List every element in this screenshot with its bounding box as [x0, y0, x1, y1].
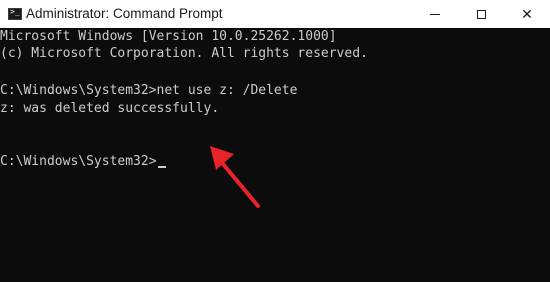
minimize-icon: [430, 13, 440, 15]
arrow-head: [210, 146, 234, 170]
terminal-line-command: C:\Windows\System32>net use z: /Delete: [0, 83, 298, 98]
red-arrow-annotation: [210, 146, 260, 208]
maximize-button[interactable]: [458, 0, 504, 28]
terminal-prompt: C:\Windows\System32>: [0, 154, 157, 169]
close-icon: ✕: [521, 6, 533, 22]
terminal-prompt-line[interactable]: C:\Windows\System32>: [0, 153, 166, 170]
text-cursor: [157, 166, 166, 168]
terminal-line-version: Microsoft Windows [Version 10.0.25262.10…: [0, 29, 337, 44]
maximize-icon: [476, 9, 486, 19]
terminal-output[interactable]: Microsoft Windows [Version 10.0.25262.10…: [0, 28, 550, 282]
terminal-line-copyright: (c) Microsoft Corporation. All rights re…: [0, 46, 368, 61]
window-title: Administrator: Command Prompt: [26, 6, 223, 21]
close-button[interactable]: ✕: [504, 0, 550, 28]
arrow-shaft: [216, 156, 260, 208]
title-bar[interactable]: >_ Administrator: Command Prompt ✕: [0, 0, 550, 29]
command-prompt-window: >_ Administrator: Command Prompt ✕ Micro…: [0, 0, 550, 282]
minimize-button[interactable]: [412, 0, 458, 28]
terminal-line-result: z: was deleted successfully.: [0, 101, 220, 116]
command-prompt-icon: >_: [8, 7, 22, 20]
